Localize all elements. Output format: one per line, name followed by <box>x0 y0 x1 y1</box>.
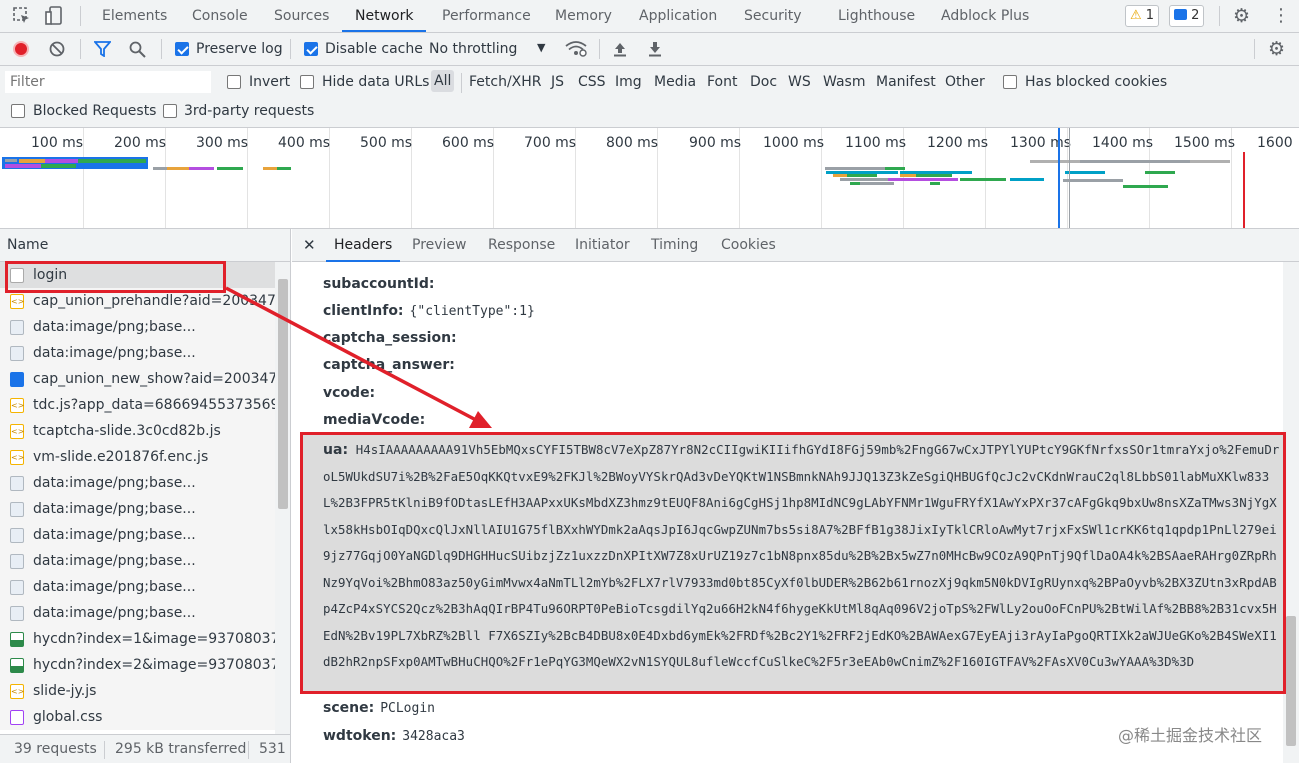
annotation-arrow-icon <box>225 286 492 428</box>
watermark: @稀土掘金技术社区 <box>1118 726 1263 745</box>
